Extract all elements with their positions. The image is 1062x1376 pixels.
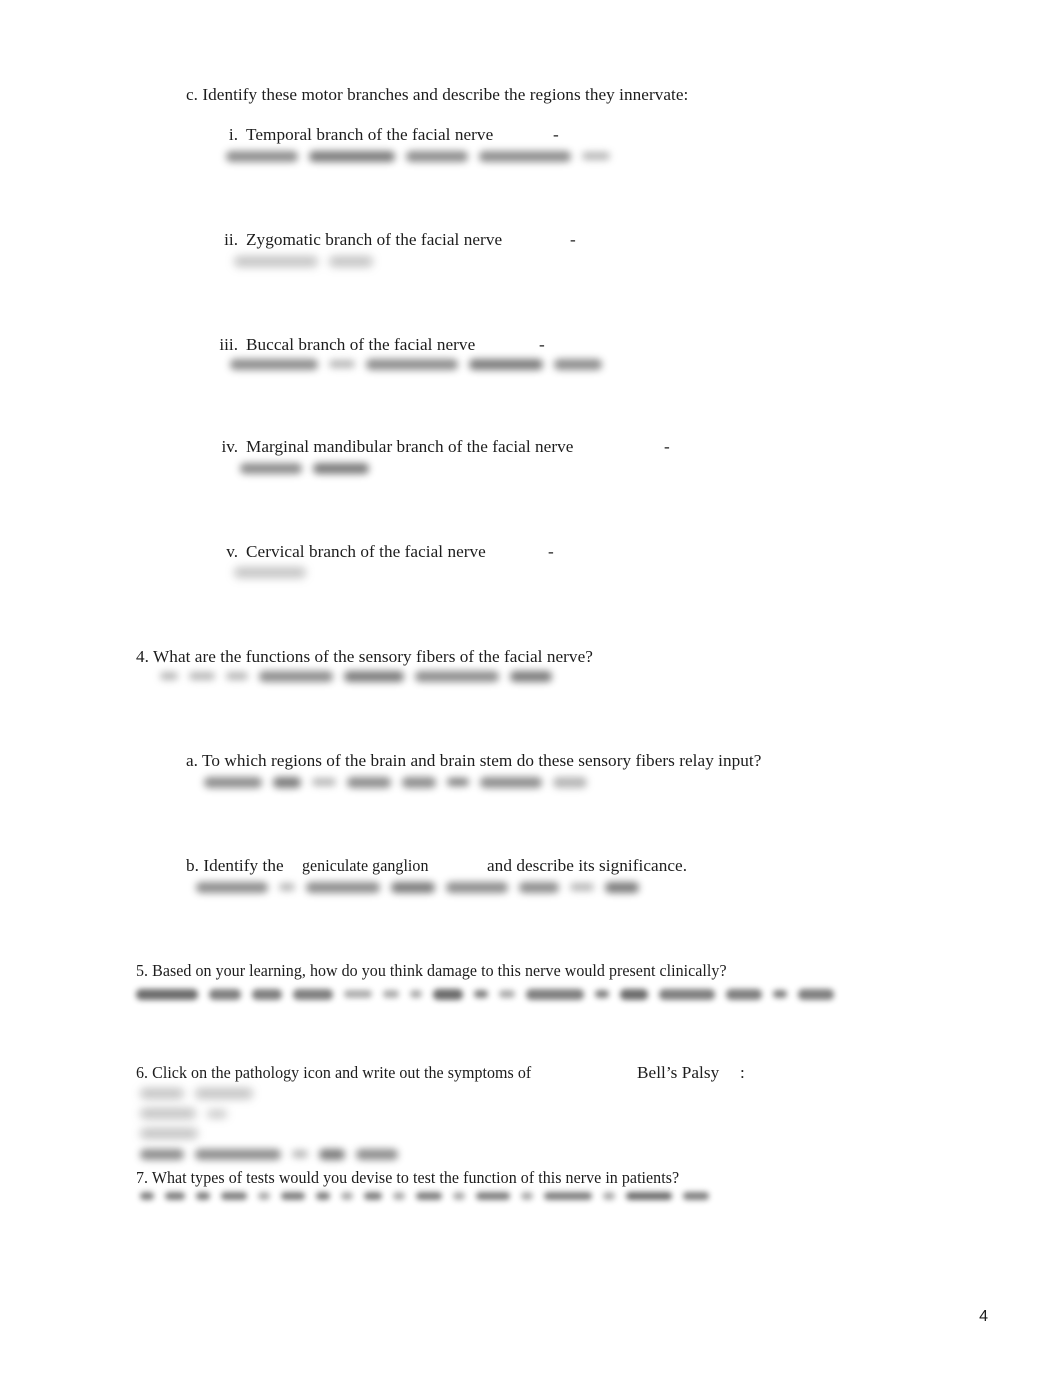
list-numeral-iv: iv. — [221, 437, 238, 456]
handwritten-answer-q7 — [140, 1188, 860, 1204]
question-7-heading: 7. What types of tests would you devise … — [136, 1168, 680, 1187]
question-6-term-bells-palsy: Bell’s Palsy — [637, 1063, 720, 1082]
question-4-heading: 4. What are the functions of the sensory… — [136, 647, 593, 666]
list-item-marginal-mandibular-branch: Marginal mandibular branch of the facial… — [246, 437, 574, 456]
handwritten-answer-ii — [234, 253, 394, 269]
handwritten-answer-iv — [240, 460, 380, 476]
list-item-zygomatic-branch: Zygomatic branch of the facial nerve — [246, 230, 503, 249]
handwritten-answer-q6-line-3 — [140, 1126, 230, 1141]
question-6-prefix: 6. Click on the pathology icon and write… — [136, 1063, 532, 1082]
list-item-temporal-branch: Temporal branch of the facial nerve — [246, 125, 494, 144]
dash-i: - — [553, 125, 559, 144]
handwritten-answer-i — [226, 148, 610, 164]
list-item-buccal-branch: Buccal branch of the facial nerve — [246, 335, 476, 354]
page-number: 4 — [979, 1308, 988, 1325]
list-numeral-iii: iii. — [219, 335, 238, 354]
list-numeral-i: i. — [228, 125, 238, 144]
handwritten-answer-q5 — [136, 985, 986, 1003]
list-numeral-ii: ii. — [224, 230, 238, 249]
dash-iii: - — [539, 335, 545, 354]
question-4b-term-geniculate-ganglion: geniculate ganglion — [302, 856, 429, 875]
handwritten-answer-iii — [230, 356, 650, 372]
handwritten-answer-q4 — [160, 668, 560, 684]
question-6-suffix: : — [740, 1063, 745, 1082]
handwritten-answer-q4a — [204, 774, 604, 790]
handwritten-answer-q4b — [196, 879, 706, 895]
question-4b-prefix: b. Identify the — [186, 856, 284, 875]
handwritten-answer-q6-line-1 — [140, 1086, 270, 1101]
dash-iv: - — [664, 437, 670, 456]
dash-ii: - — [570, 230, 576, 249]
handwritten-answer-v — [234, 564, 324, 580]
question-4b-suffix: and describe its significance. — [487, 856, 688, 875]
handwritten-answer-q6-line-2 — [140, 1106, 250, 1121]
list-item-cervical-branch: Cervical branch of the facial nerve — [246, 542, 486, 561]
handwritten-answer-q6-line-4 — [140, 1146, 430, 1162]
question-4a-heading: a. To which regions of the brain and bra… — [186, 751, 762, 770]
question-5-heading: 5. Based on your learning, how do you th… — [136, 961, 727, 980]
dash-v: - — [548, 542, 554, 561]
section-c-heading: c. Identify these motor branches and des… — [186, 85, 689, 104]
list-numeral-v: v. — [226, 542, 238, 561]
document-page: c. Identify these motor branches and des… — [0, 0, 1062, 1376]
